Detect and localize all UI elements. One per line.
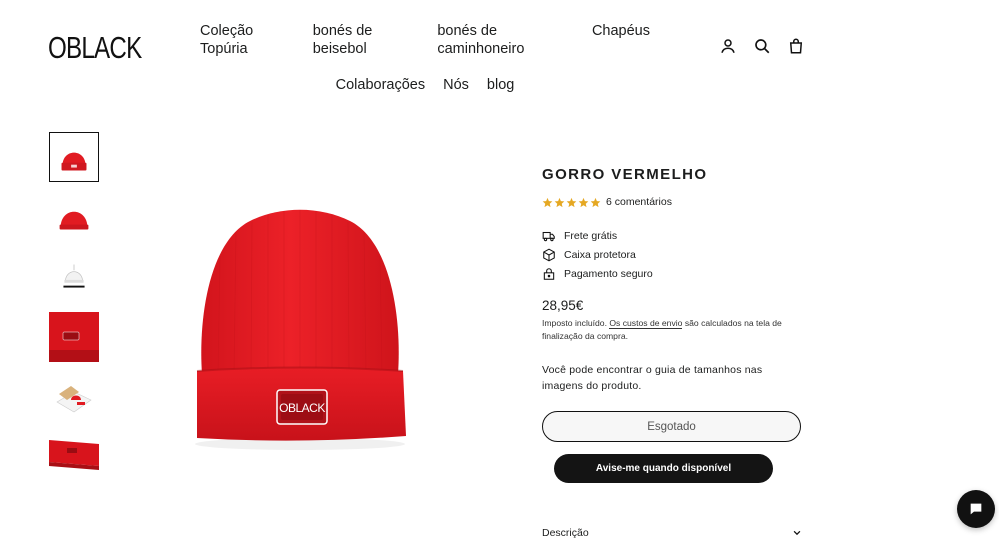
tax-note-prefix: Imposto incluído. xyxy=(542,318,607,328)
cart-icon[interactable] xyxy=(787,37,805,55)
red-beanie-side-thumb-image xyxy=(59,211,89,230)
nav-link-about[interactable]: Nós xyxy=(443,72,469,98)
red-beanie-thumb-image xyxy=(61,152,87,171)
thumbnail-1[interactable] xyxy=(49,132,99,182)
star-icon xyxy=(542,197,553,207)
review-count[interactable]: 6 comentários xyxy=(606,196,672,208)
patch-closeup-thumb-image xyxy=(49,312,99,362)
nav-link-hats[interactable]: Chapéus xyxy=(592,18,650,62)
product-rating[interactable]: 6 comentários xyxy=(542,196,672,208)
header-icons xyxy=(719,37,805,55)
chat-button[interactable] xyxy=(957,490,995,528)
lock-icon xyxy=(543,267,555,280)
star-icon xyxy=(566,197,577,207)
feature-label: Pagamento seguro xyxy=(564,267,653,280)
feature-secure-payment: Pagamento seguro xyxy=(542,264,653,283)
sold-out-button[interactable]: Esgotado xyxy=(542,411,801,442)
nav-link-topuria[interactable]: Coleção Topúria xyxy=(200,18,295,62)
nav-link-baseball-caps[interactable]: bonés de beisebol xyxy=(313,18,420,62)
product-main-image[interactable]: OBLACK xyxy=(180,196,420,456)
account-icon[interactable] xyxy=(719,37,737,55)
store-logo[interactable]: OBLACK xyxy=(48,30,142,66)
red-beanie-image: OBLACK xyxy=(195,209,406,450)
star-icon xyxy=(578,197,589,207)
star-icon xyxy=(590,197,601,207)
description-label: Descrição xyxy=(542,527,589,539)
thumbnail-list xyxy=(49,132,99,492)
product-price: 28,95€ xyxy=(542,298,584,313)
main-nav: Coleção Topúria bonés de beisebol bonés … xyxy=(200,18,650,98)
chat-bubble-icon xyxy=(970,503,982,515)
product-features: Frete grátis Caixa protetora Pagamento s… xyxy=(542,226,653,283)
size-guide-note: Você pode encontrar o guia de tamanhos n… xyxy=(542,364,763,392)
nav-link-trucker-caps[interactable]: bonés de caminhoneiro xyxy=(437,18,574,62)
rating-stars xyxy=(542,197,601,208)
feature-free-shipping: Frete grátis xyxy=(542,226,653,245)
star-icon xyxy=(554,197,565,207)
packaging-thumb-image xyxy=(56,386,92,413)
product-title: GORRO VERMELHO xyxy=(542,166,708,183)
thumbnail-5[interactable] xyxy=(49,372,99,422)
feature-protective-box: Caixa protetora xyxy=(542,245,653,264)
thumbnail-4[interactable] xyxy=(49,312,99,362)
folded-beanie-thumb-image xyxy=(49,440,99,470)
truck-icon xyxy=(542,231,555,241)
product-page: OBLACK Coleção Topúria bonés de beisebol… xyxy=(0,0,999,547)
box-icon xyxy=(543,248,555,261)
tax-note: Imposto incluído. Os custos de envio são… xyxy=(542,317,802,343)
feature-label: Caixa protetora xyxy=(564,248,636,261)
notify-when-available-button[interactable]: Avise-me quando disponível xyxy=(554,454,773,483)
shipping-costs-link[interactable]: Os custos de envio xyxy=(609,318,683,329)
nav-link-collaborations[interactable]: Colaborações xyxy=(336,72,425,98)
beanie-patch-text: OBLACK xyxy=(279,401,325,415)
size-guide-thumb-image xyxy=(63,264,85,288)
thumbnail-3[interactable] xyxy=(49,252,99,302)
nav-link-blog[interactable]: blog xyxy=(487,72,514,98)
search-icon[interactable] xyxy=(753,37,771,55)
thumbnail-2[interactable] xyxy=(49,192,99,242)
feature-label: Frete grátis xyxy=(564,229,618,242)
thumbnail-6[interactable] xyxy=(49,432,99,482)
description-accordion[interactable]: Descrição xyxy=(542,524,802,542)
chevron-down-icon xyxy=(793,530,801,536)
